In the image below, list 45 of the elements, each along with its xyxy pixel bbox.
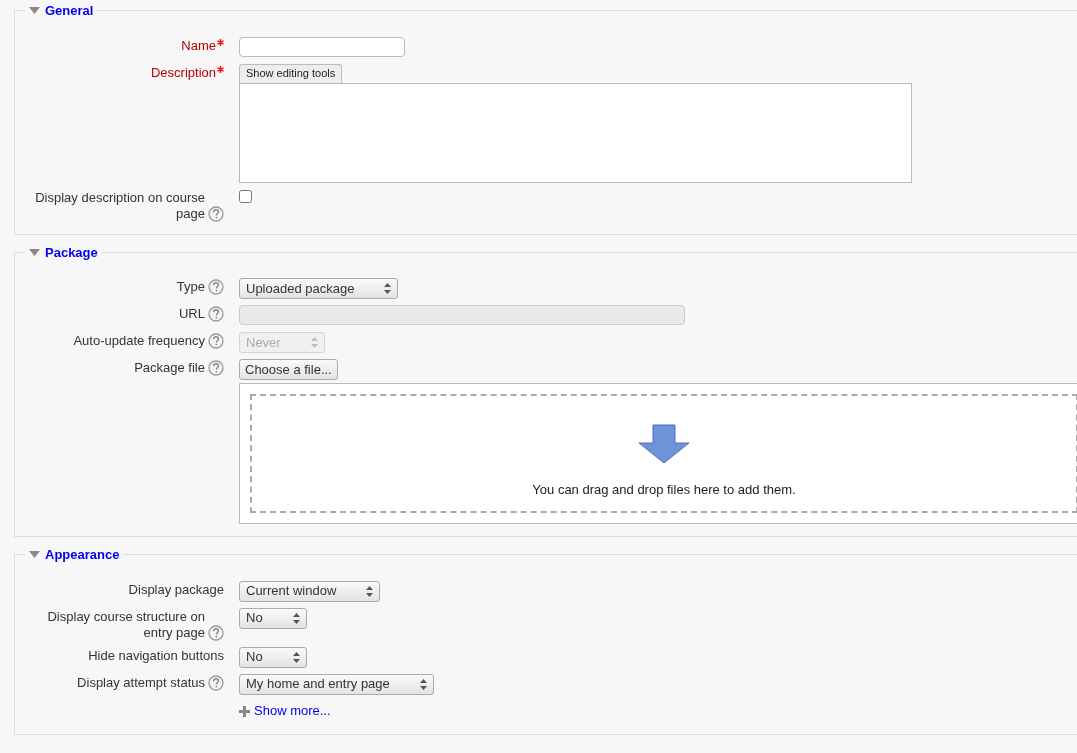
select-arrows-icon (292, 651, 300, 663)
field-label: Package file (134, 360, 205, 376)
select-arrows-icon (419, 678, 427, 690)
select-dropdown[interactable]: No (239, 607, 307, 629)
help-icon[interactable] (208, 360, 224, 376)
section-title[interactable]: Package (45, 242, 98, 262)
field-label: URL (179, 306, 205, 322)
plus-icon (239, 705, 250, 717)
collapse-caret-icon[interactable] (29, 7, 40, 15)
help-icon[interactable] (208, 624, 224, 641)
drop-hint-text: You can drag and drop files here to add them. (532, 481, 796, 499)
field-label: Description (150, 64, 216, 81)
file-drop-area[interactable]: You can drag and drop files here to add them. (239, 383, 1077, 524)
field-label: Display package (128, 581, 224, 598)
select-arrows-icon (384, 283, 392, 294)
down-arrow-icon (638, 424, 690, 464)
field-label: Type (176, 279, 205, 295)
select-arrows-icon (292, 612, 300, 624)
field-label: Name (181, 37, 216, 54)
collapse-caret-icon[interactable] (29, 248, 40, 256)
field-label: Auto-update frequency (73, 333, 205, 349)
help-icon[interactable] (208, 205, 224, 222)
required-asterisk-icon (217, 65, 224, 73)
section-title[interactable]: Appearance (45, 545, 120, 565)
select-arrows-icon (310, 337, 318, 348)
help-icon[interactable] (208, 674, 224, 691)
display-description-checkbox[interactable] (239, 189, 252, 203)
field-label: Display description on course page (34, 189, 205, 222)
select-dropdown[interactable]: My home and entry page (239, 673, 434, 695)
choose-file-button[interactable]: Choose a file... (239, 359, 338, 380)
description-editor[interactable] (239, 82, 912, 183)
required-asterisk-icon (217, 38, 224, 46)
help-icon[interactable] (208, 279, 224, 295)
field-label: Display course structure on entry page (46, 608, 205, 641)
select-dropdown[interactable]: No (239, 646, 307, 668)
name-input[interactable] (239, 36, 405, 57)
field-label: Hide navigation buttons (88, 647, 224, 664)
collapse-caret-icon[interactable] (29, 551, 40, 559)
section-title[interactable]: General (45, 1, 94, 21)
select-arrows-icon (366, 585, 374, 597)
select-dropdown[interactable]: Current window (239, 580, 381, 602)
show-more-link[interactable]: Show more... (239, 700, 331, 722)
select-dropdown[interactable]: Uploaded package (239, 278, 399, 299)
field-label: Display attempt status (77, 674, 205, 691)
show-editing-tools-tab[interactable]: Show editing tools (239, 63, 343, 83)
